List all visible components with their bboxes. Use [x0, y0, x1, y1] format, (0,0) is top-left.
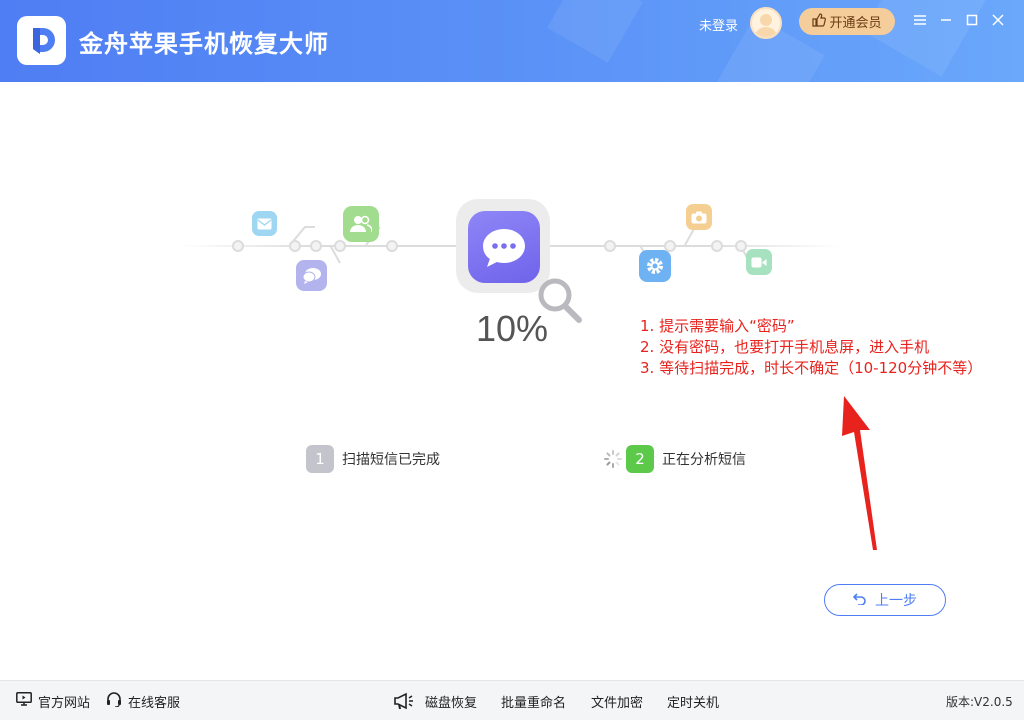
website-link[interactable]: 官方网站: [16, 681, 90, 720]
login-status[interactable]: 未登录: [699, 15, 738, 34]
note-line: 2. 没有密码，也要打开手机息屏，进入手机: [640, 338, 930, 356]
batch-rename-link[interactable]: 批量重命名: [501, 681, 566, 720]
scheduled-shutdown-link[interactable]: 定时关机: [667, 681, 719, 720]
track-node: [711, 240, 723, 252]
track-node: [310, 240, 322, 252]
headset-icon: [106, 691, 122, 711]
app-window: 金舟苹果手机恢复大师 未登录 开通会员 10% 1. 提示需要输入“密码” 2.…: [0, 0, 1024, 720]
track-node: [735, 240, 747, 252]
avatar[interactable]: [750, 7, 782, 39]
step-2-badge: 2: [626, 445, 654, 473]
instruction-note: 1. 提示需要输入“密码” 2. 没有密码，也要打开手机息屏，进入手机 3. 等…: [640, 316, 982, 379]
track-node: [232, 240, 244, 252]
step-1-badge: 1: [306, 445, 334, 473]
loading-icon: [604, 450, 622, 472]
minimize-icon[interactable]: [936, 10, 956, 30]
camera-icon: [686, 204, 712, 230]
file-encrypt-link[interactable]: 文件加密: [591, 681, 643, 720]
chat-icon: [296, 260, 327, 291]
app-logo-icon: [17, 16, 66, 65]
note-line: 1. 提示需要输入“密码”: [640, 317, 795, 335]
track-node: [289, 240, 301, 252]
mail-icon: [252, 211, 277, 236]
app-title: 金舟苹果手机恢复大师: [79, 30, 329, 58]
thumbs-up-icon: [812, 12, 827, 31]
track-node: [386, 240, 398, 252]
step-2-label: 正在分析短信: [662, 452, 746, 468]
note-line: 3. 等待扫描完成，时长不确定（10-120分钟不等）: [640, 359, 983, 377]
user-avatar-icon: [755, 14, 777, 37]
settings-icon: [639, 250, 671, 282]
undo-icon: [852, 592, 867, 609]
track-node: [604, 240, 616, 252]
contacts-icon: [343, 206, 379, 242]
support-label: 在线客服: [128, 695, 181, 711]
vip-button[interactable]: 开通会员: [799, 8, 895, 35]
close-icon[interactable]: [988, 10, 1008, 30]
menu-icon[interactable]: [910, 10, 930, 30]
website-label: 官方网站: [38, 695, 91, 711]
vip-button-label: 开通会员: [829, 16, 882, 31]
footer-bar: 官方网站 在线客服 磁盘恢复 批量重命名 文件加密 定时关机 版本:V2.0.5: [0, 680, 1024, 720]
header-decoration: [547, 0, 643, 63]
progress-percent: 10%: [475, 308, 549, 349]
step-1-label: 扫描短信已完成: [342, 452, 440, 468]
message-icon: [468, 211, 540, 283]
track-node: [334, 240, 346, 252]
title-bar: 金舟苹果手机恢复大师 未登录 开通会员: [0, 0, 1024, 82]
back-button-label: 上一步: [875, 593, 917, 609]
maximize-icon[interactable]: [962, 10, 982, 30]
annotation-arrow: [842, 396, 877, 550]
megaphone-icon: [393, 681, 415, 720]
support-link[interactable]: 在线客服: [106, 681, 180, 720]
disk-recovery-link[interactable]: 磁盘恢复: [425, 681, 477, 720]
video-icon: [746, 249, 772, 275]
monitor-icon: [16, 692, 32, 710]
back-button[interactable]: 上一步: [824, 584, 946, 616]
version-label: 版本:V2.0.5: [946, 694, 1013, 709]
